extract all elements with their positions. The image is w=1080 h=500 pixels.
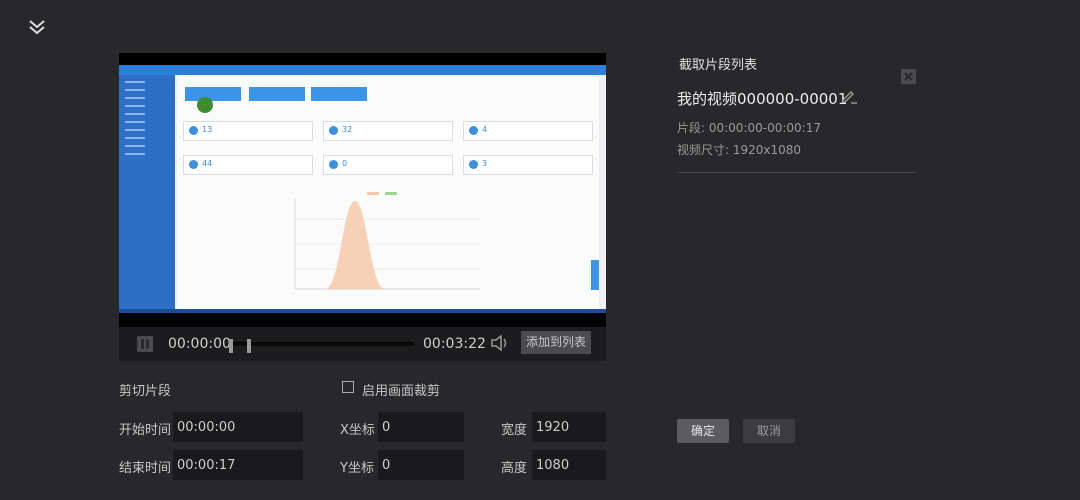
clip-item-segment: 片段: 00:00:00-00:00:17 [677,121,821,135]
height-label: 高度 [501,461,528,476]
x-coord-input[interactable] [378,412,464,442]
start-time-label: 开始时间 [119,423,172,438]
clip-end-handle[interactable] [247,339,251,353]
pause-icon[interactable] [137,336,153,352]
clip-list-divider [677,172,916,173]
y-coord-label: Y坐标 [340,461,374,476]
progress-track[interactable] [230,342,414,346]
clip-list-title: 截取片段列表 [679,58,758,73]
width-input[interactable] [532,412,606,442]
end-time-input[interactable] [173,450,303,480]
end-time-label: 结束时间 [119,461,172,476]
clip-start-handle[interactable] [229,339,233,353]
current-time: 00:00:00 [168,336,231,352]
speaker-icon[interactable] [490,334,510,352]
double-chevron-down-icon[interactable] [28,18,46,36]
y-coord-input[interactable] [378,450,464,480]
pencil-icon[interactable] [840,87,858,105]
duration-time: 00:03:22 [423,336,486,352]
confirm-button[interactable]: 确定 [677,419,729,443]
video-frame-content: 13 32 4 44 0 3 [119,65,606,313]
cancel-button[interactable]: 取消 [743,419,795,443]
clip-item-size: 视频尺寸: 1920x1080 [677,143,802,157]
x-coord-label: X坐标 [340,423,375,438]
enable-crop-checkbox[interactable] [342,381,354,393]
clip-item-name: 我的视频000000-00001 [677,90,848,108]
video-preview[interactable]: 13 32 4 44 0 3 [119,53,606,327]
start-time-input[interactable] [173,412,303,442]
add-to-list-button[interactable]: 添加到列表 [521,331,591,354]
close-icon[interactable] [901,69,916,84]
clip-section-title: 剪切片段 [119,384,172,399]
width-label: 宽度 [501,423,528,438]
enable-crop-label: 启用画面裁剪 [362,384,441,399]
height-input[interactable] [532,450,606,480]
